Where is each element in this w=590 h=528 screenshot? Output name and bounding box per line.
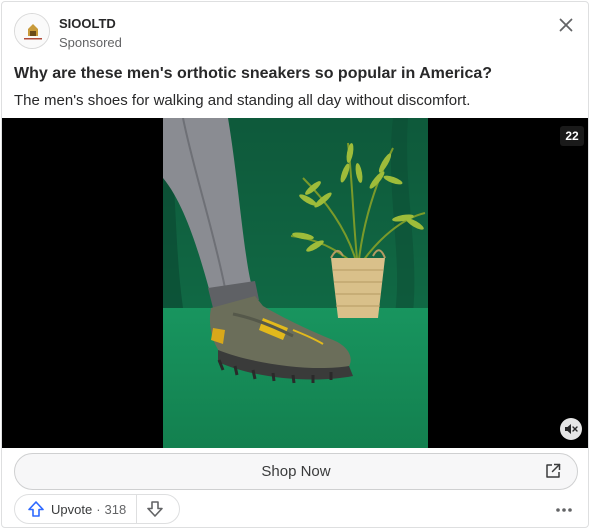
close-button[interactable] — [554, 13, 578, 37]
ad-headline[interactable]: Why are these men's orthotic sneakers so… — [14, 64, 580, 84]
video-frame[interactable] — [163, 118, 428, 448]
mute-button[interactable] — [560, 418, 582, 440]
more-options-button[interactable] — [552, 498, 576, 522]
upvote-count: 318 — [104, 501, 127, 517]
video-still — [163, 118, 428, 448]
downvote-button[interactable] — [137, 495, 173, 523]
upvote-separator: · — [96, 501, 101, 517]
ad-card: SIOOLTD Sponsored Why are these men's or… — [1, 1, 589, 528]
muted-speaker-icon — [565, 424, 578, 434]
more-horizontal-icon — [556, 508, 572, 512]
external-link-icon — [545, 463, 561, 484]
ad-description: The men's shoes for walking and standing… — [14, 92, 471, 109]
brand-avatar[interactable] — [14, 13, 50, 49]
upvote-label: Upvote — [51, 501, 93, 517]
downvote-arrow-icon — [147, 501, 164, 517]
upvote-arrow-icon — [28, 501, 44, 517]
brand-name[interactable]: SIOOLTD — [59, 16, 116, 31]
shop-now-label: Shop Now — [261, 463, 331, 480]
video-duration-badge: 22 — [560, 126, 584, 146]
ad-header: SIOOLTD Sponsored — [14, 13, 578, 53]
sponsored-label: Sponsored — [59, 35, 122, 50]
close-icon — [559, 18, 573, 32]
brand-logo-icon — [15, 14, 49, 48]
upvote-button[interactable]: Upvote · 318 — [15, 495, 136, 523]
shop-now-button[interactable]: Shop Now — [14, 453, 578, 490]
vote-pill: Upvote · 318 — [14, 494, 180, 524]
video-player[interactable]: 22 — [2, 118, 588, 448]
